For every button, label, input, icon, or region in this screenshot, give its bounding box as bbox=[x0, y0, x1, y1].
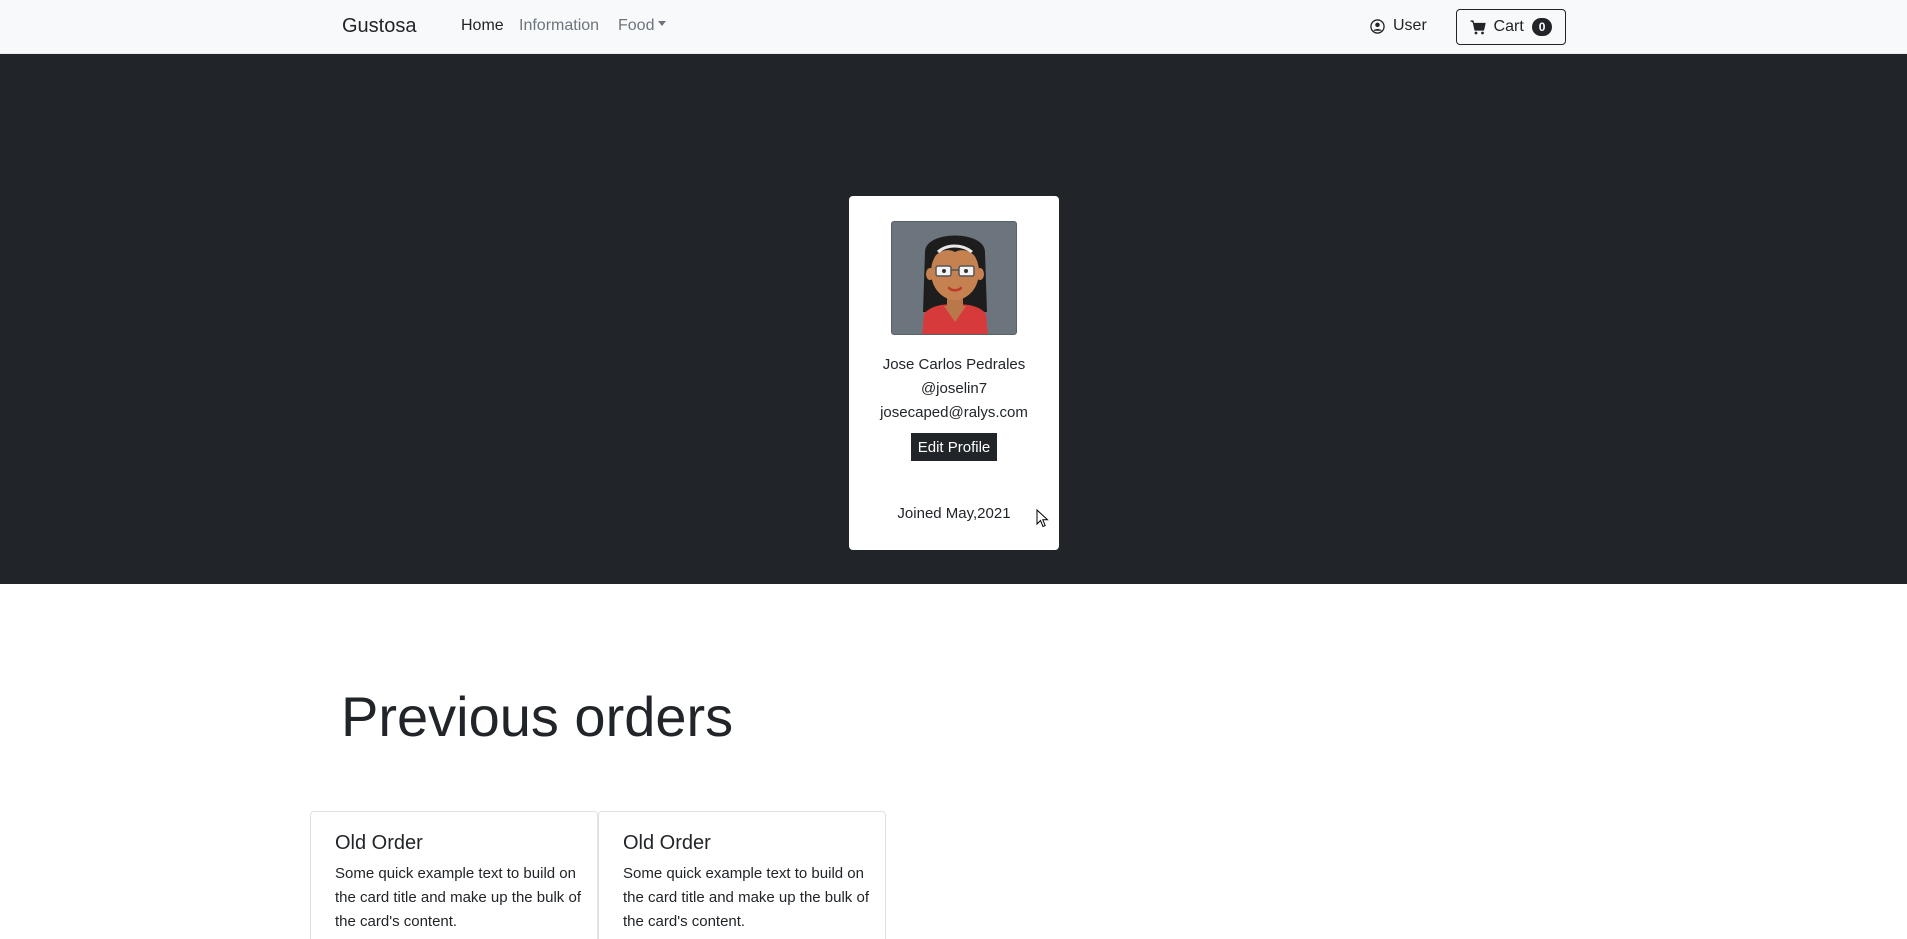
edit-profile-button[interactable]: Edit Profile bbox=[910, 432, 998, 462]
cart-button[interactable]: Cart 0 bbox=[1456, 9, 1566, 45]
user-circle-icon bbox=[1370, 18, 1385, 34]
profile-email: josecaped@ralys.com bbox=[880, 404, 1028, 421]
navbar: Gustosa Home Information Food User Cart … bbox=[0, 0, 1907, 54]
cart-count-badge: 0 bbox=[1531, 18, 1553, 36]
chevron-down-icon bbox=[658, 21, 667, 27]
nav-home-link[interactable]: Home bbox=[461, 17, 504, 35]
avatar-illustration bbox=[922, 235, 988, 334]
cart-icon bbox=[1470, 19, 1486, 34]
order-card-title: Old Order bbox=[623, 832, 711, 854]
order-card-title: Old Order bbox=[335, 832, 423, 854]
cart-label: Cart bbox=[1493, 18, 1524, 35]
user-label: User bbox=[1393, 17, 1427, 34]
nav-information-link[interactable]: Information bbox=[519, 17, 599, 35]
profile-name: Jose Carlos Pedrales bbox=[882, 356, 1026, 373]
order-card-text: Some quick example text to build on the … bbox=[335, 865, 581, 930]
previous-orders-heading: Previous orders bbox=[341, 685, 734, 748]
nav-food-dropdown[interactable]: Food bbox=[618, 17, 667, 35]
joined-date: Joined May,2021 bbox=[897, 505, 1011, 522]
order-card-text: Some quick example text to build on the … bbox=[623, 865, 869, 930]
avatar bbox=[891, 221, 1017, 335]
brand-link[interactable]: Gustosa bbox=[342, 15, 416, 38]
mouse-cursor-icon bbox=[1036, 509, 1049, 528]
profile-handle: @joselin7 bbox=[920, 380, 988, 397]
order-card[interactable]: Old Order Some quick example text to bui… bbox=[310, 811, 598, 939]
profile-card: Jose Carlos Pedrales @joselin7 josecaped… bbox=[849, 196, 1059, 550]
profile-hero: Jose Carlos Pedrales @joselin7 josecaped… bbox=[0, 54, 1907, 584]
nav-food-label: Food bbox=[618, 17, 655, 34]
order-card[interactable]: Old Order Some quick example text to bui… bbox=[598, 811, 886, 939]
user-link[interactable]: User bbox=[1370, 17, 1427, 35]
